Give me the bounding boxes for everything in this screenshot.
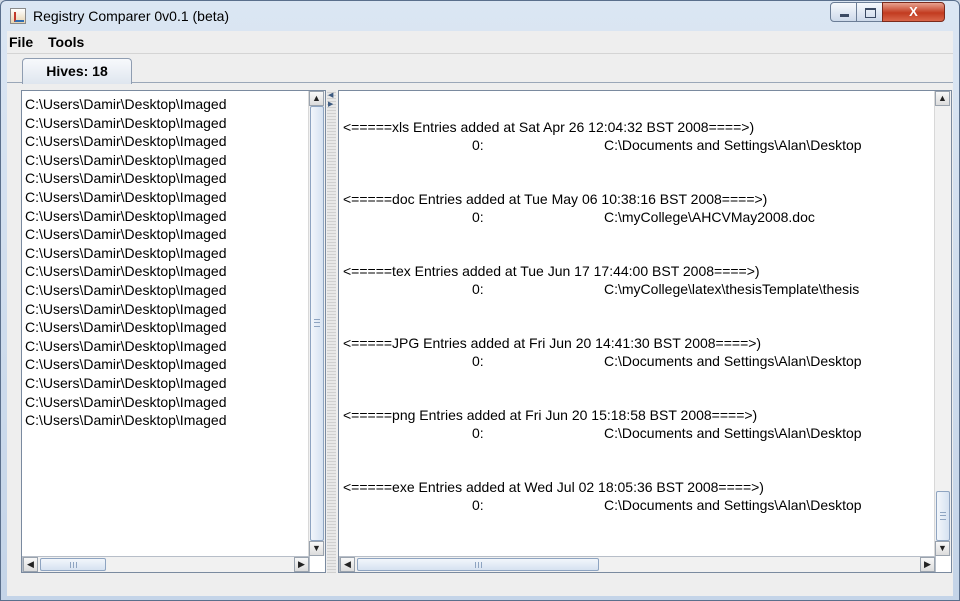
entry-path: C:\Documents and Settings\Alan\Desktop xyxy=(604,353,862,369)
scroll-right-icon[interactable]: ▶ xyxy=(294,557,309,572)
menu-bar: File Tools xyxy=(7,31,953,54)
scroll-up-icon[interactable]: ▲ xyxy=(309,91,324,106)
tab-hives[interactable]: Hives: 18 xyxy=(22,58,132,84)
grip-icon xyxy=(70,562,77,568)
list-item[interactable]: C:\Users\Damir\Desktop\Imaged xyxy=(25,318,300,336)
hives-horizontal-scrollbar[interactable]: ◀ ▶ xyxy=(22,556,310,572)
grip-icon xyxy=(475,562,482,568)
list-item[interactable]: C:\Users\Damir\Desktop\Imaged xyxy=(25,225,300,243)
list-item[interactable]: C:\Users\Damir\Desktop\Imaged xyxy=(25,300,300,318)
entry-index: 0: xyxy=(472,497,484,513)
list-item[interactable]: C:\Users\Damir\Desktop\Imaged xyxy=(25,151,300,169)
list-item[interactable]: C:\Users\Damir\Desktop\Imaged xyxy=(25,114,300,132)
collapse-right-icon[interactable]: ▶ xyxy=(328,101,333,109)
maximize-button[interactable] xyxy=(856,2,883,22)
hives-vertical-scrollbar[interactable]: ▲ ▼ xyxy=(308,91,325,556)
list-item[interactable]: C:\Users\Damir\Desktop\Imaged xyxy=(25,355,300,373)
grip-icon xyxy=(314,319,320,327)
scroll-down-icon[interactable]: ▼ xyxy=(935,541,950,556)
menu-tools[interactable]: Tools xyxy=(48,34,84,50)
window-title: Registry Comparer 0v0.1 (beta) xyxy=(33,8,230,24)
entry-header: <=====tex Entries added at Tue Jun 17 17… xyxy=(343,263,760,279)
entry-header: <=====doc Entries added at Tue May 06 10… xyxy=(343,191,768,207)
entry-header: <=====xls Entries added at Sat Apr 26 12… xyxy=(343,119,755,135)
hives-list[interactable]: C:\Users\Damir\Desktop\Imaged C:\Users\Da… xyxy=(21,90,326,573)
entry-path: C:\myCollege\latex\thesisTemplate\thesis xyxy=(604,281,860,297)
entry-header: <=====png Entries added at Fri Jun 20 15… xyxy=(343,407,758,423)
scroll-up-icon[interactable]: ▲ xyxy=(935,91,950,106)
list-item[interactable]: C:\Users\Damir\Desktop\Imaged xyxy=(25,95,300,113)
scroll-thumb[interactable] xyxy=(40,558,106,571)
scroll-thumb[interactable] xyxy=(936,491,950,541)
list-item[interactable]: C:\Users\Damir\Desktop\Imaged xyxy=(25,132,300,150)
app-window: Registry Comparer 0v0.1 (beta) X File To… xyxy=(0,0,960,601)
menu-file[interactable]: File xyxy=(9,34,33,50)
title-bar[interactable]: Registry Comparer 0v0.1 (beta) X xyxy=(1,1,959,31)
list-item[interactable]: C:\Users\Damir\Desktop\Imaged xyxy=(25,244,300,262)
tab-strip xyxy=(7,54,953,83)
entry-index: 0: xyxy=(472,209,484,225)
list-item[interactable]: C:\Users\Damir\Desktop\Imaged xyxy=(25,169,300,187)
entries-vertical-scrollbar[interactable]: ▲ ▼ xyxy=(934,91,951,556)
list-item[interactable]: C:\Users\Damir\Desktop\Imaged xyxy=(25,411,300,429)
collapse-left-icon[interactable]: ◀ xyxy=(328,92,333,100)
grip-icon xyxy=(940,512,946,520)
close-button[interactable]: X xyxy=(882,2,945,22)
entry-index: 0: xyxy=(472,425,484,441)
entry-path: C:\myCollege\AHCVMay2008.doc xyxy=(604,209,815,225)
list-item[interactable]: C:\Users\Damir\Desktop\Imaged xyxy=(25,188,300,206)
list-item[interactable]: C:\Users\Damir\Desktop\Imaged xyxy=(25,393,300,411)
entry-header: <=====exe Entries added at Wed Jul 02 18… xyxy=(343,479,764,495)
list-item[interactable]: C:\Users\Damir\Desktop\Imaged xyxy=(25,262,300,280)
minimize-button[interactable] xyxy=(830,2,857,22)
split-pane-divider[interactable]: ◀ ▶ xyxy=(327,90,336,573)
scroll-right-icon[interactable]: ▶ xyxy=(920,557,935,572)
entry-index: 0: xyxy=(472,353,484,369)
tab-content: C:\Users\Damir\Desktop\Imaged C:\Users\Da… xyxy=(15,90,952,590)
list-item[interactable]: C:\Users\Damir\Desktop\Imaged xyxy=(25,281,300,299)
list-item[interactable]: C:\Users\Damir\Desktop\Imaged xyxy=(25,337,300,355)
entry-path: C:\Documents and Settings\Alan\Desktop xyxy=(604,497,862,513)
scroll-down-icon[interactable]: ▼ xyxy=(309,541,324,556)
entries-horizontal-scrollbar[interactable]: ◀ ▶ xyxy=(339,556,936,572)
entry-index: 0: xyxy=(472,281,484,297)
java-app-icon[interactable] xyxy=(10,8,26,24)
scroll-left-icon[interactable]: ◀ xyxy=(23,557,38,572)
entries-log[interactable]: <=====xls Entries added at Sat Apr 26 12… xyxy=(338,90,952,573)
list-item[interactable]: C:\Users\Damir\Desktop\Imaged xyxy=(25,207,300,225)
scroll-thumb[interactable] xyxy=(357,558,599,571)
entry-path: C:\Documents and Settings\Alan\Desktop xyxy=(604,425,862,441)
list-item[interactable]: C:\Users\Damir\Desktop\Imaged xyxy=(25,374,300,392)
entry-index: 0: xyxy=(472,137,484,153)
entry-path: C:\Documents and Settings\Alan\Desktop xyxy=(604,137,862,153)
scroll-thumb[interactable] xyxy=(310,106,324,541)
scroll-left-icon[interactable]: ◀ xyxy=(340,557,355,572)
entry-header: <=====JPG Entries added at Fri Jun 20 14… xyxy=(343,335,762,351)
